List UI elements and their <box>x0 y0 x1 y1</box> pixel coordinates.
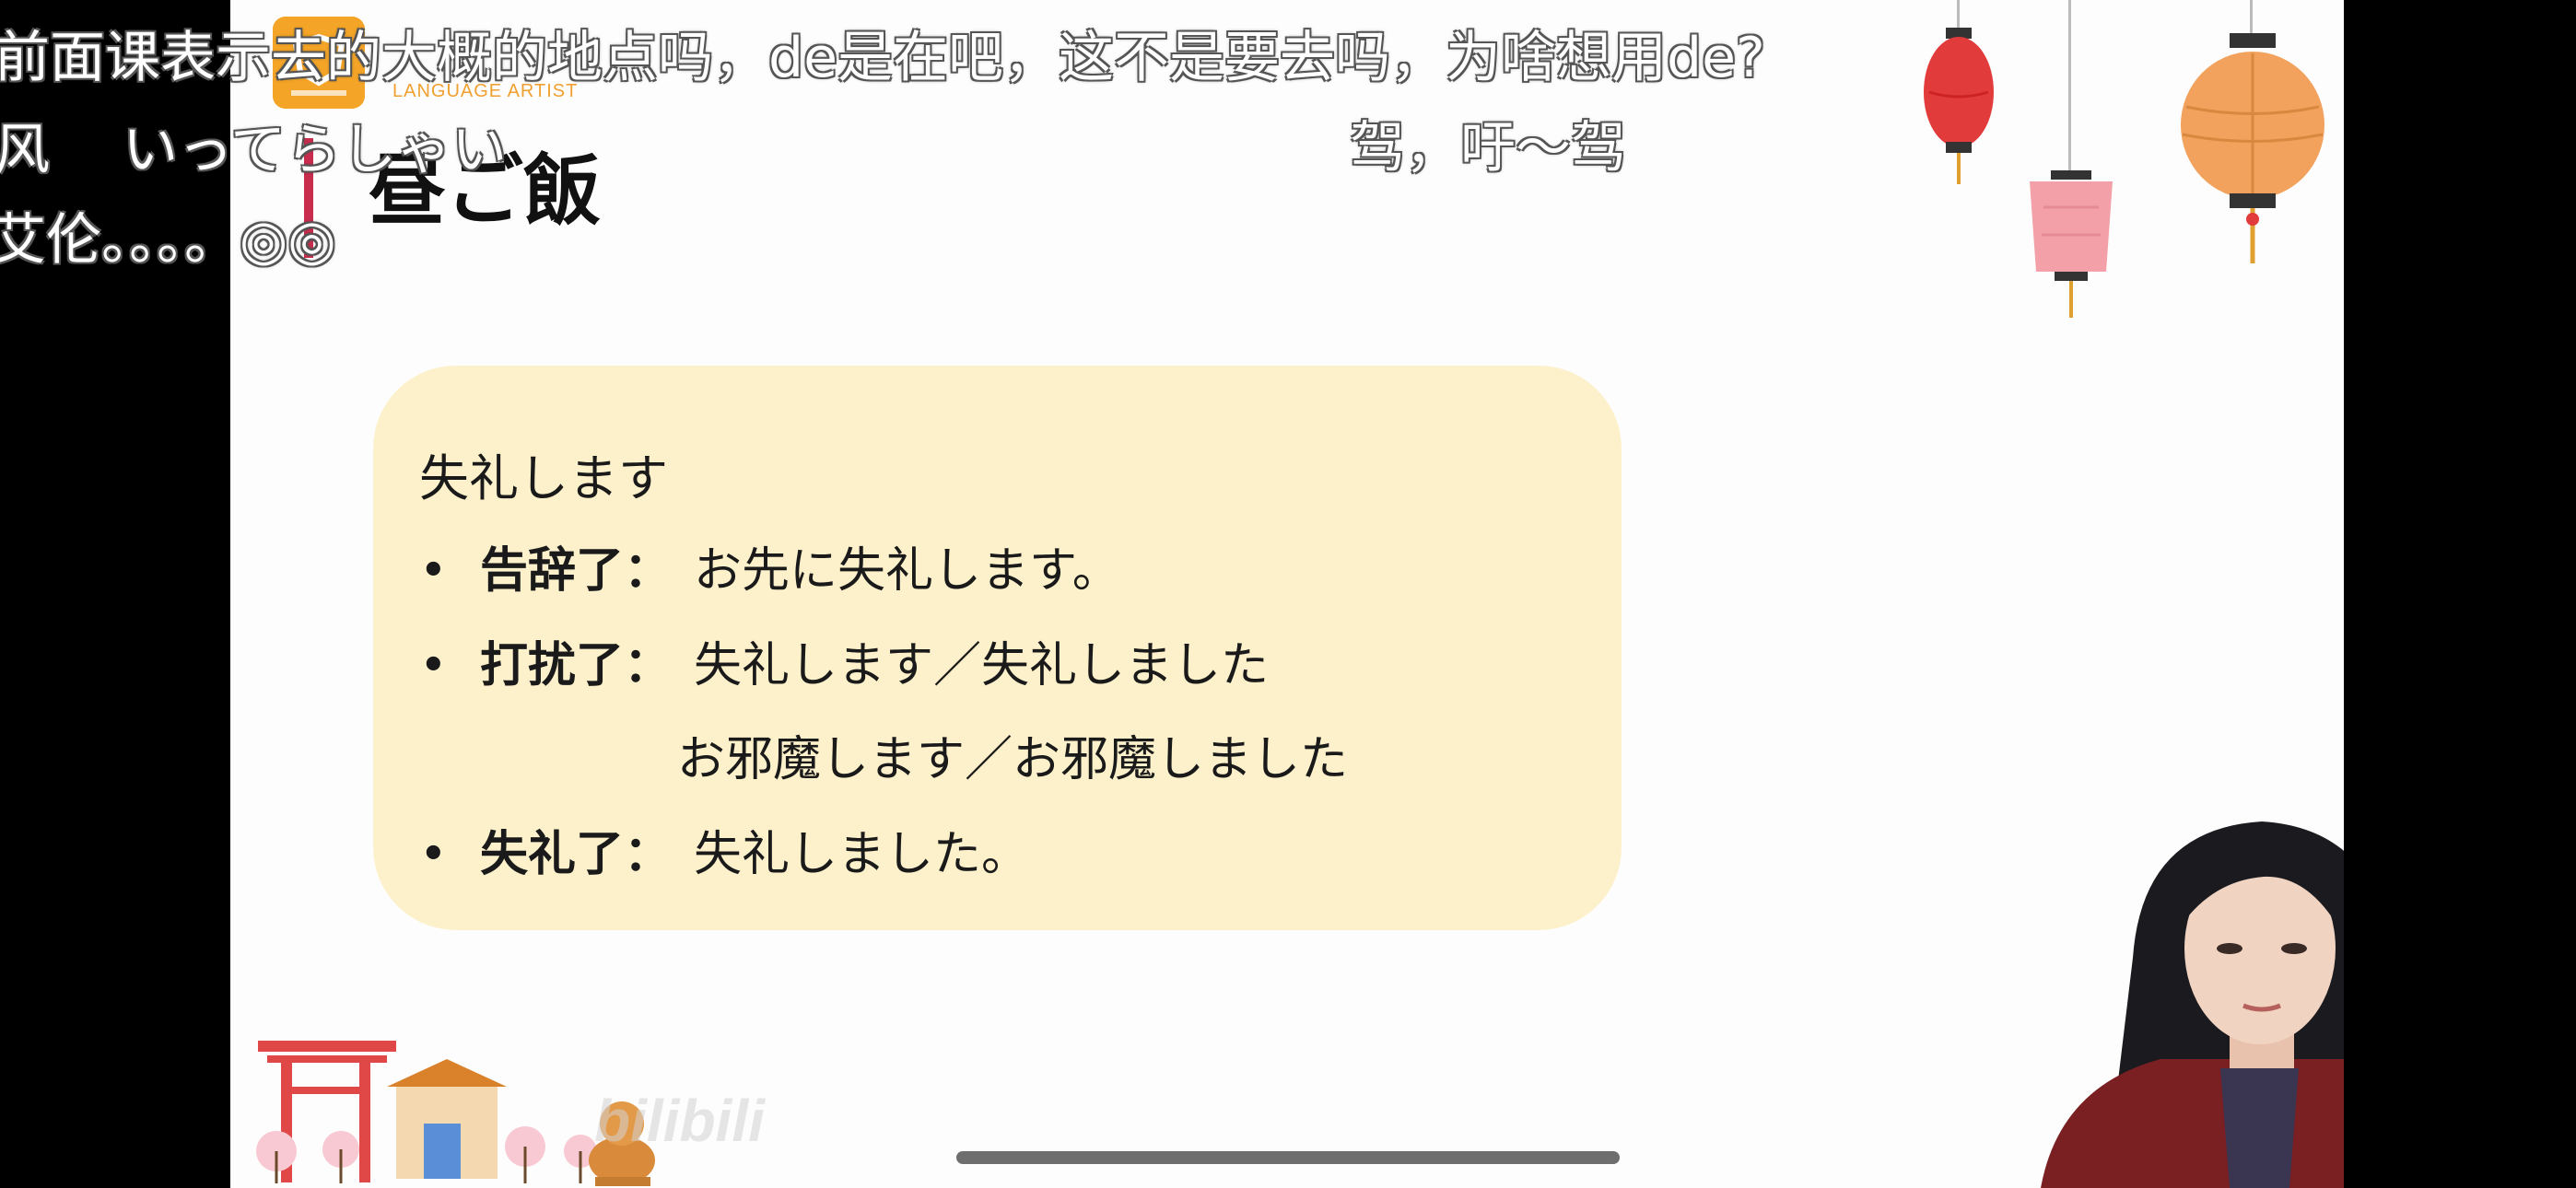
video-player-screen[interactable]: LANGUAGE ARTIST 昼ご飯 失礼します • 告辞了： お先に失礼しま… <box>0 0 2576 1188</box>
item-text: お先に失礼します。 <box>694 543 1120 599</box>
orange-lantern-icon <box>2181 33 2324 263</box>
list-item-continuation: お邪魔します／お邪魔しました <box>677 720 1348 789</box>
danmaku-comment: 驾，吁～驾 <box>1350 116 1626 181</box>
bullet-icon: • <box>419 543 448 599</box>
list-item: • 打扰了： 失礼します／失礼しました <box>419 626 1269 695</box>
lantern-string <box>2250 0 2253 37</box>
pink-lantern-icon <box>2030 170 2113 318</box>
danmaku-comment: 风 いってらしゃい <box>0 118 508 182</box>
home-indicator[interactable] <box>956 1151 1620 1164</box>
item-text: 失礼します／失礼しました <box>694 638 1270 693</box>
item-text: 失礼しました。 <box>694 827 1030 882</box>
presenter-webcam-video <box>2022 810 2344 1188</box>
bullet-icon: • <box>419 827 448 882</box>
bullet-icon: • <box>419 638 448 693</box>
danmaku-comment: 前面课表示去的大概的地点吗，de是在吧，这不是要去吗，为啥想用de? <box>0 26 1765 90</box>
item-term: 打扰了： <box>480 637 673 693</box>
box-heading: 失礼します <box>419 449 668 507</box>
item-term: 告辞了： <box>480 542 673 599</box>
content-box: 失礼します • 告辞了： お先に失礼します。 • 打扰了： 失礼します／失礼しました お… <box>373 366 1622 930</box>
item-term: 失礼了： <box>480 826 673 882</box>
lantern-string <box>2068 0 2071 175</box>
bilibili-watermark: bilibili <box>594 1088 765 1154</box>
danmaku-comment: 艾伦。。。。◎◎ <box>0 208 336 273</box>
list-item: • 告辞了： お先に失礼します。 <box>419 531 1120 600</box>
list-item: • 失礼了： 失礼しました。 <box>419 815 1029 884</box>
red-lantern-icon <box>1924 28 1994 184</box>
lecture-slide: LANGUAGE ARTIST 昼ご飯 失礼します • 告辞了： お先に失礼しま… <box>230 0 2344 1188</box>
item-text: お邪魔します／お邪魔しました <box>677 732 1349 787</box>
